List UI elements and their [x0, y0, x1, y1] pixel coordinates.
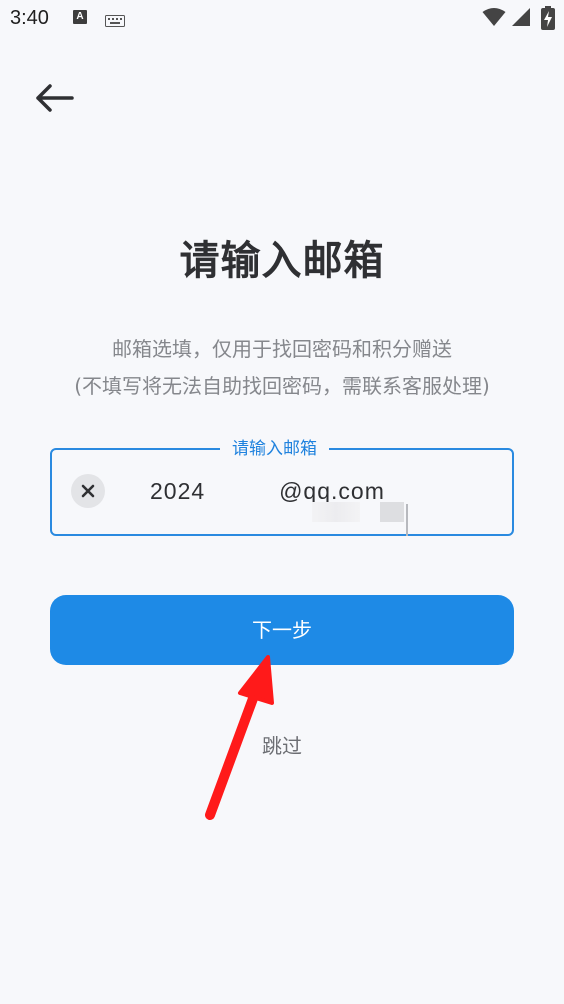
masked-region [312, 502, 360, 522]
subtitle-line1: 邮箱选填，仅用于找回密码和积分赠送 [112, 337, 452, 361]
email-value-masked [205, 478, 279, 504]
wifi-icon [482, 7, 506, 31]
page-title: 请输入邮箱 [179, 238, 385, 284]
battery-charging-icon [541, 6, 555, 34]
close-icon [81, 484, 95, 498]
email-input[interactable]: 2024 @qq.com [150, 478, 408, 536]
arrow-left-icon [36, 84, 74, 112]
email-value-suffix: @qq.com [279, 478, 385, 504]
email-field-label: 请输入邮箱 [220, 438, 329, 460]
annotation-arrow-icon [205, 655, 274, 820]
status-bar: 3:40 A [0, 0, 564, 40]
masked-region [380, 502, 404, 522]
clear-input-button[interactable] [71, 474, 105, 508]
text-cursor [406, 504, 408, 536]
status-time: 3:40 [10, 7, 49, 29]
keyboard-icon [105, 12, 125, 31]
email-field[interactable]: 请输入邮箱 2024 @qq.com [50, 438, 514, 536]
back-button[interactable] [28, 78, 80, 118]
a-notification-icon: A [73, 10, 87, 24]
subtitle-line2: (不填写将无法自助找回密码，需联系客服处理) [74, 374, 490, 398]
email-value-prefix: 2024 [150, 478, 206, 504]
signal-icon [511, 7, 531, 31]
